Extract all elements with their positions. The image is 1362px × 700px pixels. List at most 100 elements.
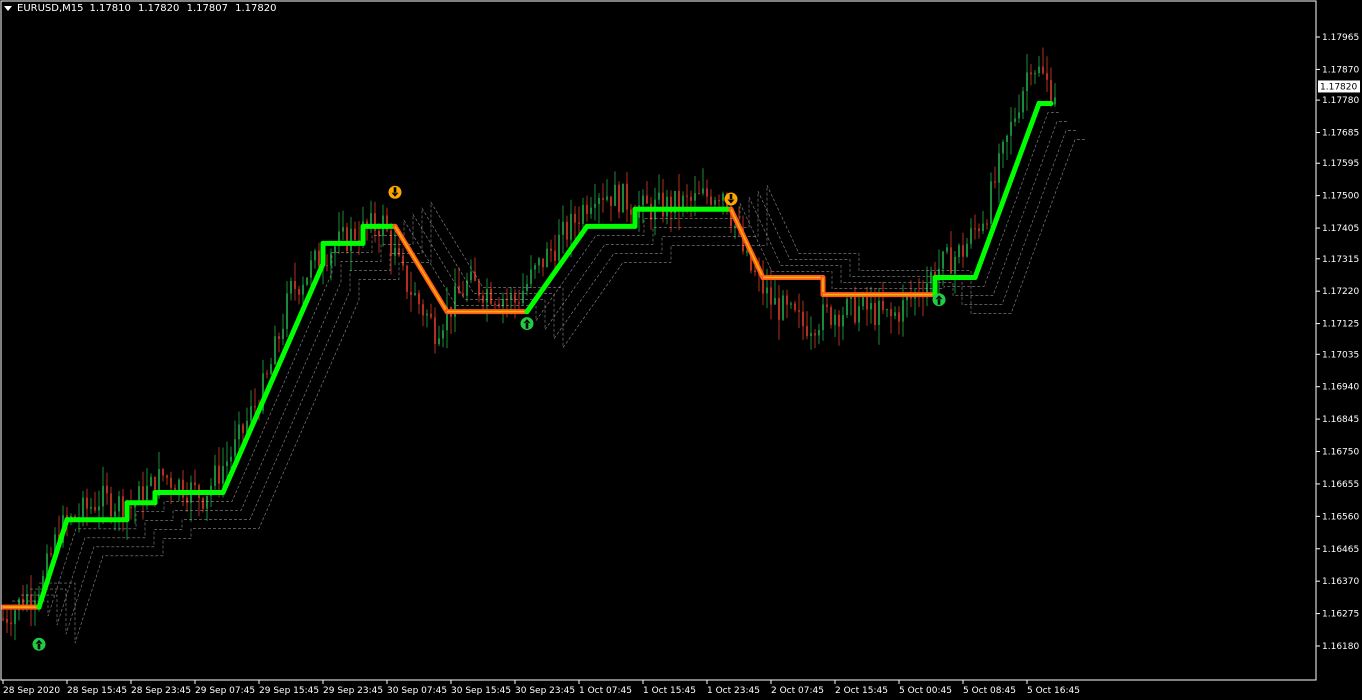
candle-body bbox=[82, 497, 84, 518]
candle-body bbox=[1018, 112, 1020, 119]
candle-body bbox=[578, 222, 580, 224]
candle-body bbox=[834, 314, 836, 325]
candle-body bbox=[690, 196, 692, 201]
trend-line-layer bbox=[0, 101, 1054, 610]
candle-body bbox=[410, 291, 412, 296]
candle-body bbox=[90, 506, 92, 509]
candle-body bbox=[406, 265, 408, 292]
candle-body bbox=[942, 251, 944, 269]
candle-body bbox=[950, 247, 952, 274]
candles-layer bbox=[2, 47, 1056, 641]
candle-body bbox=[170, 477, 172, 488]
candle-body bbox=[414, 293, 416, 296]
candle-body bbox=[642, 195, 644, 206]
time-axis[interactable]: 28 Sep 2020 28 Sep 15:45 28 Sep 23:45 29 Se… bbox=[2, 680, 1080, 696]
y-tick-label: 1.16370 bbox=[1322, 577, 1359, 587]
x-tick-label: 5 Oct 08:45 bbox=[963, 686, 1016, 696]
candle-body bbox=[622, 183, 624, 213]
current-price-label: 1.17820 bbox=[1318, 80, 1360, 93]
candle-body bbox=[182, 479, 184, 498]
candle-body bbox=[166, 475, 168, 478]
candle-body bbox=[554, 250, 556, 261]
candle-body bbox=[462, 293, 464, 296]
candle-body bbox=[1010, 121, 1012, 136]
candle-body bbox=[666, 196, 668, 217]
x-tick-label: 2 Oct 07:45 bbox=[771, 686, 824, 696]
candle-body bbox=[930, 271, 932, 284]
candle-body bbox=[50, 553, 52, 555]
candle-body bbox=[326, 265, 328, 267]
y-tick-label: 1.17685 bbox=[1322, 129, 1359, 139]
candle-body bbox=[686, 195, 688, 197]
candle-body bbox=[214, 465, 216, 486]
candle-body bbox=[1034, 73, 1036, 75]
candle-body bbox=[194, 482, 196, 486]
x-tick-label: 1 Oct 23:45 bbox=[707, 686, 760, 696]
candle-body bbox=[574, 213, 576, 223]
candle-body bbox=[558, 234, 560, 261]
candle-body bbox=[346, 227, 348, 252]
candle-body bbox=[662, 192, 664, 217]
y-tick-label: 1.16465 bbox=[1322, 545, 1359, 555]
candle-body bbox=[490, 289, 492, 304]
candle-body bbox=[510, 294, 512, 300]
candle-body bbox=[846, 298, 848, 316]
y-tick-label: 1.17035 bbox=[1322, 350, 1359, 360]
candle-body bbox=[530, 269, 532, 284]
candle-body bbox=[434, 317, 436, 345]
candle-body bbox=[390, 230, 392, 256]
candle-body bbox=[86, 497, 88, 509]
candle-body bbox=[770, 287, 772, 305]
candle-body bbox=[150, 476, 152, 486]
candle-body bbox=[230, 456, 232, 462]
candle-body bbox=[30, 594, 32, 607]
candle-body bbox=[202, 498, 204, 509]
candle-body bbox=[442, 330, 444, 339]
candle-body bbox=[394, 247, 396, 256]
y-tick-label: 1.17870 bbox=[1322, 65, 1359, 75]
candle-body bbox=[794, 303, 796, 311]
candle-body bbox=[874, 303, 876, 325]
candle-body bbox=[978, 228, 980, 232]
candle-body bbox=[618, 184, 620, 213]
candle-body bbox=[786, 295, 788, 305]
candle-body bbox=[430, 313, 432, 318]
price-axis[interactable]: 1.17965 1.17870 1.17780 1.17685 1.17595 1.175… bbox=[1316, 33, 1359, 652]
candle-body bbox=[886, 309, 888, 311]
y-tick-label: 1.17780 bbox=[1322, 96, 1359, 106]
candle-body bbox=[254, 406, 256, 408]
candle-body bbox=[318, 250, 320, 267]
y-tick-label: 1.17965 bbox=[1322, 33, 1359, 43]
candle-body bbox=[970, 228, 972, 244]
candle-body bbox=[774, 298, 776, 305]
y-tick-label: 1.16180 bbox=[1322, 642, 1359, 652]
candle-body bbox=[314, 250, 316, 261]
candle-body bbox=[802, 311, 804, 327]
candle-body bbox=[602, 198, 604, 200]
y-tick-label: 1.17315 bbox=[1322, 255, 1359, 265]
candle-body bbox=[550, 248, 552, 251]
candle-body bbox=[302, 284, 304, 295]
price-chart[interactable]: 1.17965 1.17870 1.17780 1.17685 1.17595 1.175… bbox=[0, 0, 1362, 700]
chart-frame bbox=[0, 0, 1317, 681]
candle-body bbox=[614, 184, 616, 206]
candle-body bbox=[250, 406, 252, 421]
candle-body bbox=[710, 196, 712, 205]
current-price-text: 1.17820 bbox=[1320, 82, 1357, 92]
candle-body bbox=[102, 485, 104, 507]
candle-body bbox=[218, 465, 220, 484]
candle-body bbox=[266, 373, 268, 375]
candle-body bbox=[566, 221, 568, 240]
candle-body bbox=[6, 619, 8, 623]
candle-body bbox=[954, 256, 956, 274]
candle-body bbox=[826, 304, 828, 307]
candle-body bbox=[966, 243, 968, 257]
candle-body bbox=[486, 289, 488, 303]
x-tick-label: 30 Sep 15:45 bbox=[451, 686, 511, 696]
candle-body bbox=[342, 227, 344, 232]
candle-body bbox=[694, 193, 696, 201]
y-tick-label: 1.16845 bbox=[1322, 415, 1359, 425]
candle-body bbox=[242, 424, 244, 433]
candle-body bbox=[782, 295, 784, 320]
candle-body bbox=[1014, 118, 1016, 122]
